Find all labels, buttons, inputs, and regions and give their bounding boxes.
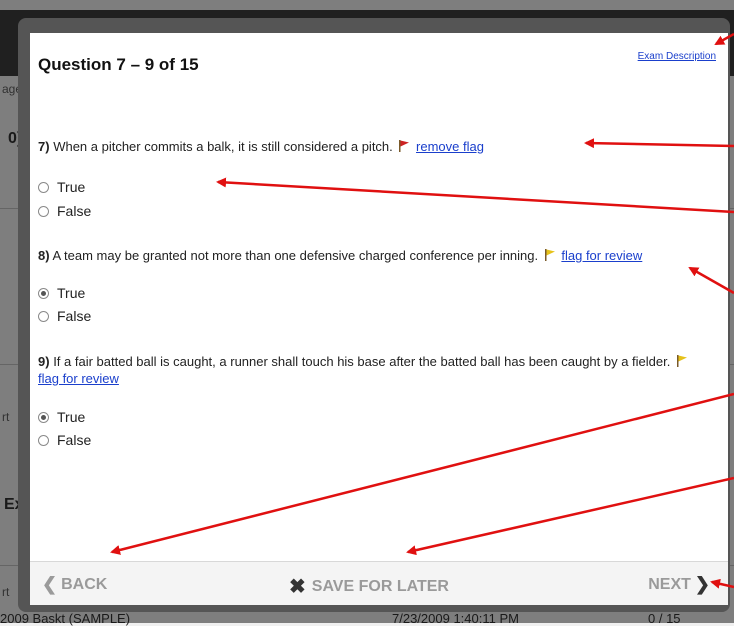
next-label: NEXT	[648, 575, 691, 593]
question-text: A team may be granted not more than one …	[52, 248, 539, 263]
option-label: False	[57, 308, 92, 324]
radio-button-selected[interactable]	[38, 411, 49, 423]
option-label: True	[57, 179, 86, 195]
question-9: 9) If a fair batted ball is caught, a ru…	[38, 353, 708, 387]
radio-button-selected[interactable]	[38, 287, 49, 299]
radio-button[interactable]	[38, 181, 49, 193]
save-label: SAVE FOR LATER	[311, 577, 449, 595]
question-7: 7) When a pitcher commits a balk, it is …	[38, 138, 718, 155]
q7-option-false[interactable]: False	[38, 203, 91, 219]
save-for-later-button[interactable]: ✖ SAVE FOR LATER	[285, 574, 449, 599]
radio-button[interactable]	[38, 310, 49, 322]
question-text: If a fair batted ball is caught, a runne…	[53, 354, 671, 369]
question-modal: Question 7 – 9 of 15 Exam Description 7)…	[30, 33, 728, 605]
q8-option-false[interactable]: False	[38, 308, 91, 324]
modal-footer: ❮ BACK ✖ SAVE FOR LATER NEXT ❯	[30, 561, 728, 605]
question-number: 8)	[38, 248, 50, 263]
question-number: 9)	[38, 354, 50, 369]
exam-description-link[interactable]: Exam Description	[638, 51, 716, 62]
red-flag-icon	[399, 140, 410, 152]
close-x-icon: ✖	[289, 576, 306, 598]
q7-option-true[interactable]: True	[38, 179, 85, 195]
back-label: BACK	[61, 575, 108, 593]
q8-option-true[interactable]: True	[38, 285, 85, 301]
question-number: 7)	[38, 139, 50, 154]
radio-button[interactable]	[38, 205, 49, 217]
yellow-flag-icon	[544, 249, 555, 261]
flag-for-review-link[interactable]: flag for review	[38, 371, 119, 386]
chevron-left-icon: ❮	[42, 574, 58, 594]
q9-option-true[interactable]: True	[38, 409, 85, 425]
option-label: False	[57, 432, 92, 448]
chevron-right-icon: ❯	[694, 574, 710, 594]
option-label: True	[57, 409, 86, 425]
remove-flag-link[interactable]: remove flag	[416, 139, 484, 154]
next-button[interactable]: NEXT ❯	[648, 574, 714, 595]
question-text: When a pitcher commits a balk, it is sti…	[53, 139, 393, 154]
question-8: 8) A team may be granted not more than o…	[38, 247, 718, 264]
page-title: Question 7 – 9 of 15	[38, 55, 199, 74]
q9-option-false[interactable]: False	[38, 432, 91, 448]
yellow-flag-icon	[677, 355, 687, 367]
back-button[interactable]: ❮ BACK	[38, 574, 107, 595]
option-label: True	[57, 285, 86, 301]
flag-for-review-link[interactable]: flag for review	[561, 248, 642, 263]
option-label: False	[57, 203, 92, 219]
radio-button[interactable]	[38, 434, 49, 446]
